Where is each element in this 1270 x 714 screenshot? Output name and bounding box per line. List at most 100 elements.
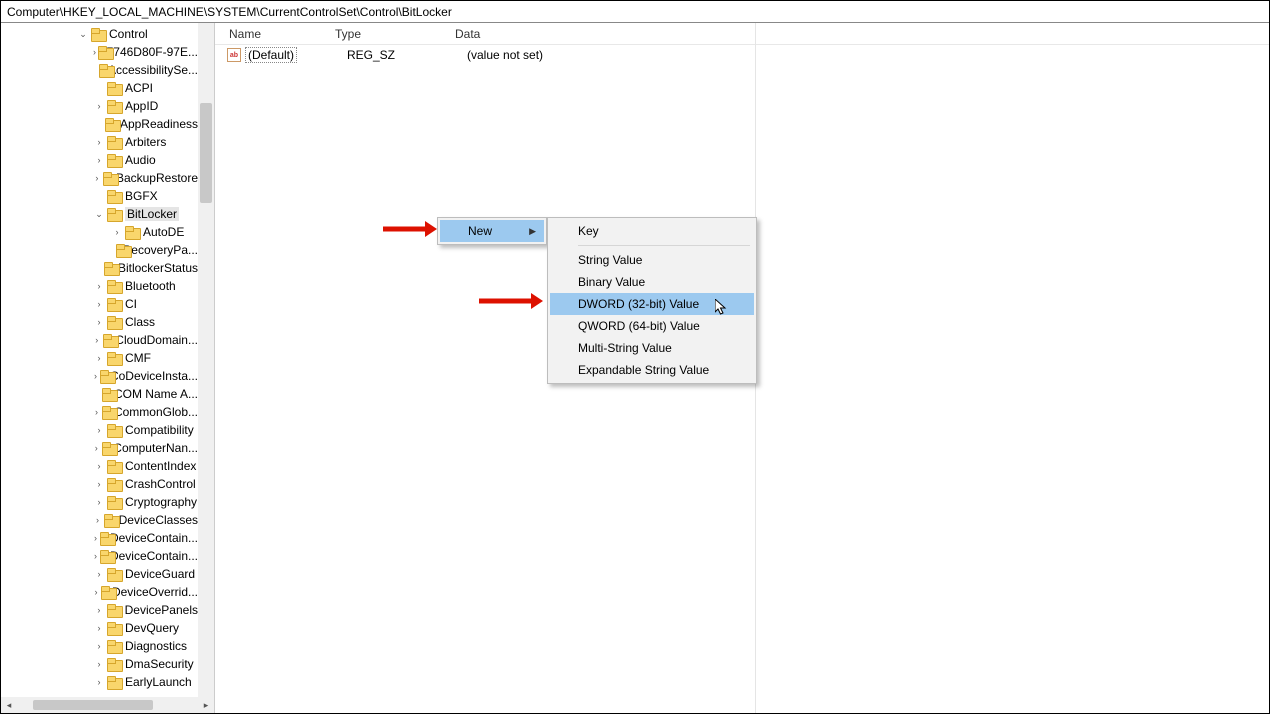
tree-item[interactable]: ›CloudDomain... — [1, 331, 198, 349]
scroll-track[interactable] — [17, 699, 198, 711]
tree-item[interactable]: ›Compatibility — [1, 421, 198, 439]
menu-label: Key — [578, 224, 599, 238]
menu-item-key[interactable]: Key — [550, 220, 754, 242]
address-bar[interactable]: Computer\HKEY_LOCAL_MACHINE\SYSTEM\Curre… — [1, 1, 1269, 23]
tree-item[interactable]: ›DeviceOverrid... — [1, 583, 198, 601]
tree-item[interactable]: ›BackupRestore — [1, 169, 198, 187]
chevron-down-icon[interactable]: ⌄ — [77, 29, 89, 40]
chevron-down-icon[interactable]: ⌄ — [93, 209, 105, 220]
menu-item-new[interactable]: New ▶ — [440, 220, 544, 242]
tree-item[interactable]: › Cryptography — [1, 493, 198, 511]
folder-icon — [107, 298, 121, 310]
chevron-right-icon[interactable]: › — [93, 587, 99, 597]
chevron-right-icon[interactable]: › — [93, 515, 102, 525]
menu-item-multistring-value[interactable]: Multi-String Value — [550, 337, 754, 359]
chevron-right-icon[interactable]: › — [93, 155, 105, 165]
tree-item[interactable]: ›DevQuery — [1, 619, 198, 637]
chevron-right-icon[interactable]: › — [93, 407, 100, 417]
tree-item[interactable]: ›CrashControl — [1, 475, 198, 493]
tree-item[interactable]: ›AppID — [1, 97, 198, 115]
tree-item[interactable]: ACPI — [1, 79, 198, 97]
tree-item[interactable]: ⌄BitLocker — [1, 205, 198, 223]
scroll-thumb[interactable] — [33, 700, 153, 710]
tree-item[interactable]: ›DmaSecurity — [1, 655, 198, 673]
tree-item[interactable]: ›CI — [1, 295, 198, 313]
tree-label: AccessibilitySe... — [108, 63, 198, 77]
chevron-right-icon[interactable]: › — [93, 47, 96, 57]
folder-icon — [100, 550, 106, 562]
folder-icon — [107, 424, 121, 436]
tree-item[interactable]: AppReadiness — [1, 115, 198, 133]
tree-item[interactable]: ›CMF — [1, 349, 198, 367]
chevron-right-icon[interactable]: › — [93, 281, 105, 291]
chevron-right-icon[interactable]: › — [93, 443, 100, 453]
chevron-right-icon[interactable]: › — [93, 569, 105, 579]
tree-item[interactable]: ›Bluetooth — [1, 277, 198, 295]
tree-item[interactable]: COM Name A... — [1, 385, 198, 403]
chevron-right-icon[interactable]: › — [93, 101, 105, 111]
tree-item-control[interactable]: ⌄ Control — [1, 25, 198, 43]
chevron-right-icon[interactable]: › — [93, 641, 105, 651]
tree-item[interactable]: ›Diagnostics — [1, 637, 198, 655]
chevron-right-icon[interactable]: › — [93, 533, 98, 543]
tree-item[interactable]: ›DeviceGuard — [1, 565, 198, 583]
horizontal-scrollbar[interactable]: ◂ ▸ — [1, 697, 214, 713]
column-header-type[interactable]: Type — [335, 27, 455, 41]
tree-label: Cryptography — [125, 495, 197, 509]
tree-item[interactable]: ›CoDeviceInsta... — [1, 367, 198, 385]
chevron-right-icon[interactable]: › — [93, 371, 98, 381]
tree-item[interactable]: › ContentIndex — [1, 457, 198, 475]
tree-item[interactable]: ›DeviceContain... — [1, 529, 198, 547]
chevron-right-icon[interactable]: › — [93, 605, 105, 615]
chevron-right-icon[interactable]: › — [93, 353, 105, 363]
tree-item[interactable]: ›DevicePanels — [1, 601, 198, 619]
chevron-right-icon[interactable]: › — [93, 677, 105, 687]
chevron-right-icon[interactable]: › — [93, 335, 101, 345]
vertical-scrollbar[interactable] — [198, 23, 214, 697]
chevron-right-icon[interactable]: › — [93, 479, 105, 489]
folder-icon — [107, 568, 121, 580]
chevron-right-icon[interactable]: › — [93, 299, 105, 309]
chevron-right-icon[interactable]: › — [93, 497, 105, 507]
tree-item[interactable]: ›{7746D80F-97E... — [1, 43, 198, 61]
tree-label: Arbiters — [125, 135, 166, 149]
menu-item-binary-value[interactable]: Binary Value — [550, 271, 754, 293]
scroll-right-icon[interactable]: ▸ — [198, 697, 214, 713]
address-path: Computer\HKEY_LOCAL_MACHINE\SYSTEM\Curre… — [7, 5, 452, 19]
chevron-right-icon[interactable]: › — [93, 425, 105, 435]
tree-item[interactable]: › Arbiters — [1, 133, 198, 151]
tree-item[interactable]: ›ComputerNan... — [1, 439, 198, 457]
column-header-name[interactable]: Name — [215, 27, 335, 41]
tree-label: ContentIndex — [125, 459, 196, 473]
menu-item-qword-value[interactable]: QWORD (64-bit) Value — [550, 315, 754, 337]
chevron-right-icon[interactable]: › — [93, 551, 98, 561]
tree-item[interactable]: ›AutoDE — [1, 223, 198, 241]
tree-item[interactable]: AccessibilitySe... — [1, 61, 198, 79]
chevron-right-icon[interactable]: › — [93, 317, 105, 327]
scroll-left-icon[interactable]: ◂ — [1, 697, 17, 713]
tree-item[interactable]: RecoveryPa... — [1, 241, 198, 259]
tree-item[interactable]: ›CommonGlob... — [1, 403, 198, 421]
chevron-right-icon[interactable]: › — [111, 227, 123, 237]
menu-item-string-value[interactable]: String Value — [550, 249, 754, 271]
tree-item[interactable]: ›DeviceContain... — [1, 547, 198, 565]
tree-scroll-area[interactable]: ⌄ Control ›{7746D80F-97E... Accessibility… — [1, 23, 198, 697]
value-row[interactable]: ab (Default) REG_SZ (value not set) — [215, 45, 1269, 65]
chevron-right-icon[interactable]: › — [93, 461, 105, 471]
chevron-right-icon[interactable]: › — [93, 173, 101, 183]
chevron-right-icon[interactable]: › — [93, 659, 105, 669]
tree-item[interactable]: ›Audio — [1, 151, 198, 169]
menu-item-expandable-string-value[interactable]: Expandable String Value — [550, 359, 754, 381]
chevron-right-icon[interactable]: › — [93, 623, 105, 633]
scroll-thumb[interactable] — [200, 103, 212, 203]
folder-icon — [107, 100, 121, 112]
tree-item[interactable]: ›Class — [1, 313, 198, 331]
tree-item[interactable]: BitlockerStatus — [1, 259, 198, 277]
menu-item-dword-value[interactable]: DWORD (32-bit) Value — [550, 293, 754, 315]
tree-item[interactable]: ›EarlyLaunch — [1, 673, 198, 691]
chevron-right-icon[interactable]: › — [93, 137, 105, 147]
column-header-data[interactable]: Data — [455, 27, 1269, 41]
tree-item[interactable]: ›DeviceClasses — [1, 511, 198, 529]
tree-item[interactable]: BGFX — [1, 187, 198, 205]
folder-icon — [103, 334, 112, 346]
